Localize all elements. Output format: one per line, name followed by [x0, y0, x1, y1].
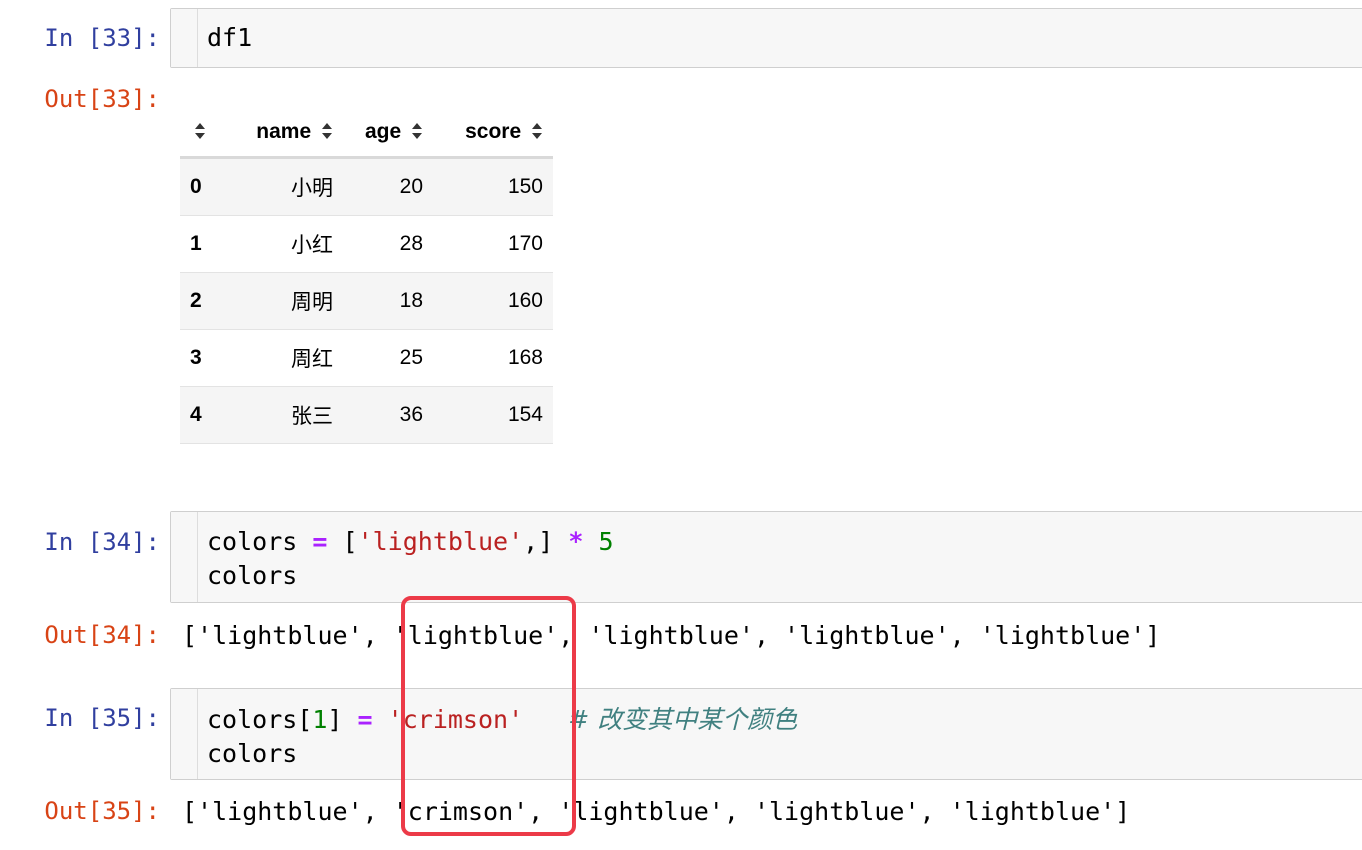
row-index: 3	[190, 346, 202, 369]
in-prompt-35: In [35]:	[44, 704, 160, 732]
code-cell-34[interactable]: colors = ['lightblue',] * 5 colors	[170, 511, 1362, 603]
cell-gutter	[171, 9, 198, 67]
sort-arrows-icon	[412, 123, 422, 139]
output-text-35: ['lightblue', 'crimson', 'lightblue', 'l…	[182, 797, 1131, 826]
cell-name: 周红	[291, 347, 333, 371]
out-prompt-35: Out[35]:	[44, 797, 160, 825]
cell-gutter	[171, 512, 198, 602]
out-prompt-33: Out[33]:	[44, 85, 160, 113]
cell-name: 张三	[291, 404, 333, 428]
row-index: 4	[190, 403, 202, 426]
row-index: 2	[190, 289, 202, 312]
cell-score: 154	[507, 403, 543, 426]
in-prompt-34: In [34]:	[44, 528, 160, 556]
highlight-annotation-box	[401, 596, 576, 836]
cell-score: 150	[507, 175, 543, 198]
table-row: 2 周明 18 160	[180, 272, 553, 330]
cell-score: 160	[507, 289, 543, 312]
code-line-2: colors	[207, 561, 298, 590]
cell-name: 周明	[291, 290, 333, 314]
code-cell-33[interactable]: df1	[170, 8, 1362, 68]
table-row: 4 张三 36 154	[180, 386, 553, 444]
table-header-row: name age score	[180, 108, 553, 159]
in-prompt-33: In [33]:	[44, 24, 160, 52]
row-index: 1	[190, 232, 202, 255]
cell-score: 170	[507, 232, 543, 255]
cell-age: 25	[399, 346, 423, 369]
table-row: 1 小红 28 170	[180, 216, 553, 273]
cell-age: 20	[399, 175, 423, 198]
cell-name: 小明	[291, 176, 333, 200]
dataframe-table: name age score 0 小明 20 150 1 小红 28 170 2…	[180, 108, 553, 444]
column-header-name[interactable]: name	[228, 108, 343, 159]
cell-name: 小红	[291, 233, 333, 257]
table-row: 0 小明 20 150	[180, 157, 553, 216]
out-prompt-34: Out[34]:	[44, 621, 160, 649]
cell-gutter	[171, 689, 198, 779]
code-line-2: colors	[207, 739, 298, 768]
code-cell-35[interactable]: colors[1] = 'crimson' # 改变其中某个颜色 colors	[170, 688, 1362, 780]
column-header-age[interactable]: age	[343, 108, 433, 159]
table-row: 3 周红 25 168	[180, 330, 553, 387]
column-header-score[interactable]: score	[433, 108, 553, 159]
code-comment: # 改变其中某个颜色	[568, 705, 798, 734]
row-index: 0	[190, 175, 202, 198]
cell-age: 36	[399, 403, 423, 426]
sort-arrows-icon	[322, 123, 332, 139]
cell-age: 18	[399, 289, 423, 312]
sort-arrows-icon	[532, 123, 542, 139]
cell-age: 28	[399, 232, 423, 255]
output-text-34: ['lightblue', 'lightblue', 'lightblue', …	[182, 621, 1161, 650]
code-line-1: colors = ['lightblue',] * 5	[207, 527, 614, 556]
index-header[interactable]	[180, 108, 228, 159]
code-line: df1	[207, 23, 253, 52]
cell-score: 168	[507, 346, 543, 369]
sort-arrows-icon	[195, 123, 205, 139]
